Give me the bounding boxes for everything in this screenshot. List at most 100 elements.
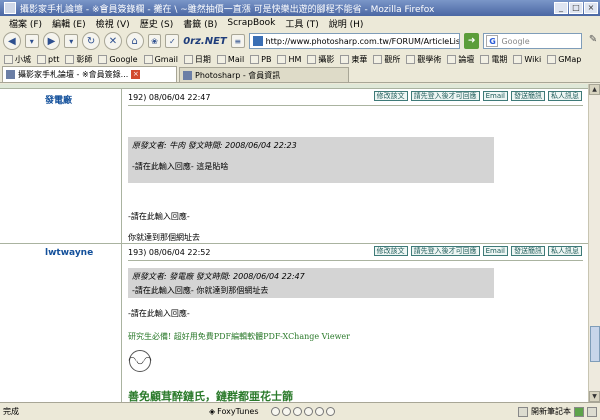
bookmark-item[interactable]: 論壇: [447, 54, 474, 65]
forum-post: lwtwayne 193) 08/06/04 22:52 修改該文 請先登入後才…: [0, 243, 588, 402]
menu-edit[interactable]: 編輯 (E): [47, 17, 91, 30]
bookmark-item[interactable]: Mail: [216, 55, 244, 64]
bookmark-icon: [250, 55, 260, 64]
foxytunes-icon: ◈: [209, 407, 216, 416]
stop-icon[interactable]: ✕: [104, 32, 122, 50]
bookmark-item[interactable]: Wiki: [513, 55, 541, 64]
close-tab-icon[interactable]: ×: [131, 70, 141, 79]
reply-text: -請在此輸入回應-: [128, 309, 190, 318]
quote-body: -請在此輸入回應- 你就達到那個網址去: [132, 286, 269, 295]
bookmark-item[interactable]: ptt: [37, 55, 59, 64]
private-message-button[interactable]: 私人訊息: [548, 246, 582, 256]
maximize-button[interactable]: □: [569, 2, 583, 14]
go-icon[interactable]: ➜: [463, 33, 480, 49]
close-button[interactable]: ×: [584, 2, 598, 14]
reload-icon[interactable]: ↻: [82, 32, 100, 50]
tab-member-info[interactable]: Photosharp - 會員資訊: [179, 67, 349, 82]
window-title-bar: 攝影家手札論壇 - ※會員簽錄欄 - 攤在 \ ~雖然抽價一直漲 可是快樂出遊的…: [0, 0, 600, 16]
forward-icon[interactable]: ▶: [42, 32, 61, 50]
menu-scrapbook[interactable]: ScrapBook: [222, 18, 280, 28]
bookmark-item[interactable]: HM: [277, 55, 301, 64]
tab-label: Photosharp - 會員資訊: [195, 70, 281, 80]
page-scrollbar[interactable]: ▲ ▼: [588, 84, 600, 402]
author-name[interactable]: 發電廠: [45, 93, 72, 106]
smiley-icon: ◠◡◠: [128, 350, 152, 372]
bookmark-item[interactable]: 攝影: [307, 54, 334, 65]
bookmark-icon: [98, 55, 108, 64]
post-number: 192) 08/06/04 22:47: [128, 93, 211, 102]
signature-title: 善免顧茸醉鏈氏，鏈群都亜花士篩: [128, 390, 293, 402]
bookmark-item[interactable]: 觀所: [373, 54, 400, 65]
edit-post-button[interactable]: 修改該文: [373, 91, 408, 101]
bookmark-item[interactable]: Gmail: [143, 55, 178, 64]
send-sms-button[interactable]: 發送簡訊: [511, 91, 545, 101]
reply-text: -請在此輸入回應-: [128, 212, 190, 221]
next-icon[interactable]: [314, 407, 324, 416]
menu-history[interactable]: 歷史 (S): [135, 17, 179, 30]
login-to-reply-button[interactable]: 請先登入後才可回應: [410, 246, 480, 256]
scroll-down-icon[interactable]: ▼: [589, 391, 600, 402]
post-number: 193) 08/06/04 22:52: [128, 248, 211, 257]
bookmark-item[interactable]: 電期: [480, 54, 507, 65]
menu-tools[interactable]: 工具 (T): [280, 17, 323, 30]
notebook-icon[interactable]: [518, 406, 528, 417]
volume-icon[interactable]: [325, 407, 335, 416]
page-content: 發電廠 192) 08/06/04 22:47 修改該文 請先登入後才可回應 E…: [0, 84, 588, 402]
private-message-button[interactable]: 私人訊息: [548, 91, 582, 101]
bookmark-icon: [183, 55, 193, 64]
edit-post-button[interactable]: 修改該文: [373, 246, 408, 256]
post-actions: 修改該文 請先登入後才可回應 Email 發送簡訊 私人訊息: [373, 91, 582, 101]
scroll-thumb[interactable]: [590, 326, 600, 362]
bookmark-item[interactable]: 彰師: [65, 54, 92, 65]
status-bar: 完成 ◈ FoxyTunes 開新筆記本: [0, 402, 600, 420]
login-to-reply-button[interactable]: 請先登入後才可回應: [410, 91, 480, 101]
menu-file[interactable]: 檔案 (F): [4, 17, 47, 30]
orz-brand[interactable]: 0rz.NET: [183, 36, 227, 47]
firefox-icon: [4, 2, 16, 14]
window-title: 攝影家手札論壇 - ※會員簽錄欄 - 攤在 \ ~雖然抽價一直漲 可是快樂出遊的…: [20, 4, 435, 15]
previous-icon[interactable]: [270, 407, 280, 416]
email-button[interactable]: Email: [482, 91, 508, 101]
menu-view[interactable]: 檢視 (V): [91, 17, 135, 30]
bookmark-icon: [37, 55, 46, 64]
dropdown-icon[interactable]: ▾: [64, 34, 79, 48]
scrapbook-icon[interactable]: ❀: [147, 34, 162, 48]
addon-icon[interactable]: [574, 406, 584, 417]
play-icon[interactable]: [281, 407, 291, 416]
bookmark-item[interactable]: 觀學術: [406, 54, 441, 65]
menu-icon[interactable]: ≡: [230, 34, 245, 48]
back-icon[interactable]: ◀: [3, 32, 21, 50]
menu-bookmarks[interactable]: 書籤 (B): [178, 17, 222, 30]
email-button[interactable]: Email: [482, 246, 508, 256]
tab-forum[interactable]: 攝影家手札論壇 - ※會員簽錄... ×: [2, 66, 177, 82]
foxytunes-label: FoxyTunes: [217, 407, 259, 416]
tag-icon[interactable]: ✓: [165, 34, 180, 48]
author-name[interactable]: lwtwayne: [45, 248, 93, 258]
site-icon: [252, 36, 263, 46]
dropdown-icon[interactable]: ▾: [24, 34, 39, 48]
bookmark-item[interactable]: Google: [98, 55, 138, 64]
search-box[interactable]: G Google: [483, 33, 583, 49]
minimize-button[interactable]: _: [554, 2, 568, 14]
home-icon[interactable]: ⌂: [125, 32, 144, 50]
bookmark-item[interactable]: 小城: [4, 54, 31, 65]
settings-icon[interactable]: [587, 406, 597, 417]
menu-help[interactable]: 說明 (H): [324, 17, 369, 30]
signature-link[interactable]: 研究生必備! 超好用免費PDF編輯軟體PDF-XChange Viewer: [128, 331, 350, 342]
foxytunes-widget[interactable]: ◈ FoxyTunes: [209, 407, 259, 416]
send-sms-button[interactable]: 發送簡訊: [511, 246, 545, 256]
more-icon[interactable]: ✎: [586, 34, 600, 48]
bookmark-item[interactable]: GMap: [547, 55, 581, 64]
bookmark-item[interactable]: 東華: [340, 54, 367, 65]
stop-icon[interactable]: [303, 407, 313, 416]
bookmark-item[interactable]: 日期: [183, 54, 211, 65]
pause-icon[interactable]: [292, 407, 302, 416]
scroll-up-icon[interactable]: ▲: [589, 84, 600, 95]
bookmark-item[interactable]: PB: [250, 55, 271, 64]
tray-label[interactable]: 開新筆記本: [531, 406, 571, 417]
url-bar[interactable]: http://www.photosharp.com.tw/FORUM/Artic…: [248, 33, 460, 49]
page-icon: [183, 70, 192, 80]
bookmark-icon: [373, 55, 383, 64]
bookmark-icon: [216, 55, 226, 64]
post-body: 193) 08/06/04 22:52 修改該文 請先登入後才可回應 Email…: [123, 244, 588, 402]
